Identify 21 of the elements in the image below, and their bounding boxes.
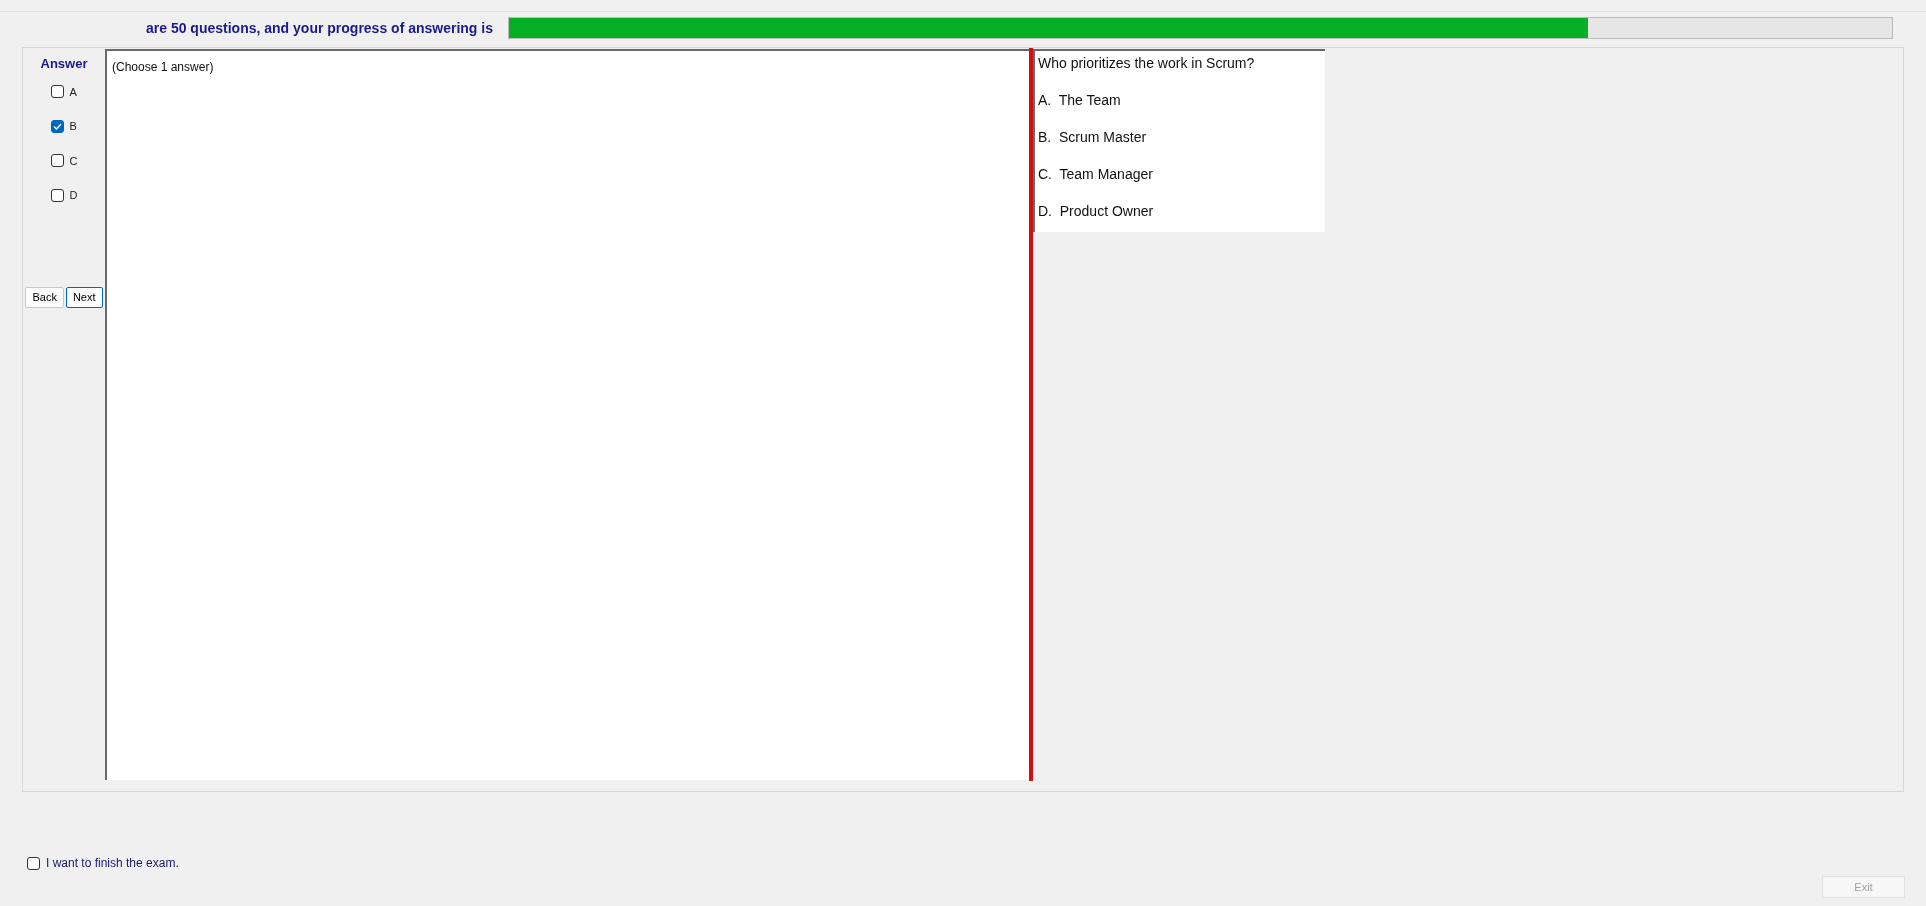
progress-caption: are 50 questions, and your progress of answering is [146, 18, 493, 38]
answer-title: Answer [40, 55, 88, 73]
nav-button[interactable]: Next [65, 286, 103, 308]
answer-hint: (Choose 1 answer) [112, 60, 214, 74]
choice-text: D. Product Owner [1038, 202, 1155, 221]
choice-text: B. Scrum Master [1038, 128, 1148, 147]
answer-area[interactable]: (Choose 1 answer) [105, 49, 1029, 780]
choice-text: C. Team Manager [1038, 165, 1154, 184]
question-text: Who prioritizes the work in Scrum? [1038, 54, 1256, 73]
answer-checkbox[interactable] [50, 188, 64, 202]
option-label: D [69, 188, 78, 203]
answer-checkbox[interactable] [50, 119, 64, 133]
option-label: A [69, 84, 77, 100]
answer-checkbox[interactable] [50, 85, 64, 99]
option-label: C [69, 153, 78, 169]
answer-checkbox[interactable] [50, 154, 64, 168]
nav-button[interactable]: Back [25, 286, 64, 308]
option-label: B [69, 119, 77, 134]
choice-text: A. The Team [1038, 91, 1122, 110]
finish-checkbox[interactable] [27, 856, 40, 870]
finish-label: I want to finish the exam. [46, 855, 179, 872]
